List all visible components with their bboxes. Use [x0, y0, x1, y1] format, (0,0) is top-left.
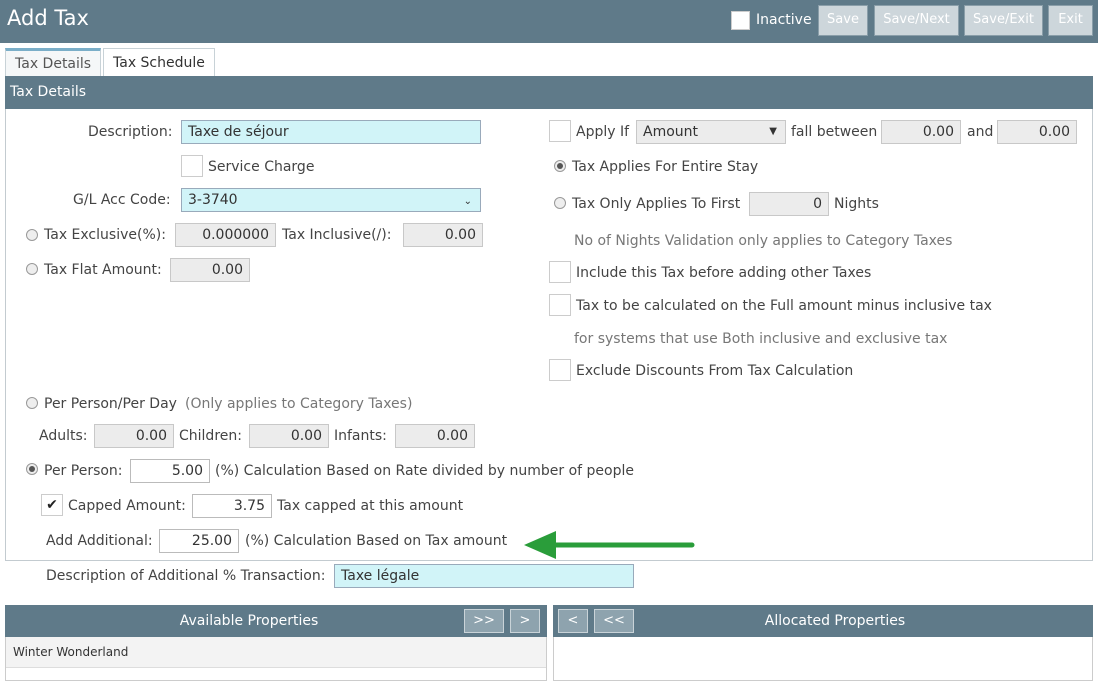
available-properties-title: Available Properties [179, 613, 319, 629]
nights-label: Nights [834, 196, 879, 212]
per-person-note: (%) Calculation Based on Rate divided by… [215, 463, 634, 479]
between-to-input[interactable]: 0.00 [997, 120, 1077, 144]
apply-if-select-value: Amount [643, 124, 699, 140]
full-amount-label: Tax to be calculated on the Full amount … [576, 298, 992, 314]
section-header: Tax Details [5, 76, 1093, 109]
available-properties-list[interactable]: Winter Wonderland [5, 637, 547, 681]
children-input[interactable]: 0.00 [249, 424, 329, 448]
allocated-properties-list[interactable] [553, 637, 1093, 681]
move-left-button[interactable]: < [558, 609, 588, 633]
add-additional-note: (%) Calculation Based on Tax amount [245, 533, 508, 549]
tax-inclusive-input[interactable]: 0.00 [403, 223, 483, 247]
save-exit-button[interactable]: Save/Exit [964, 5, 1043, 36]
add-additional-label: Add Additional: [46, 533, 153, 549]
capped-amount-checkbox[interactable]: ✔ [41, 494, 63, 516]
entire-stay-label: Tax Applies For Entire Stay [572, 159, 759, 175]
capped-amount-note: Tax capped at this amount [277, 498, 464, 514]
apply-if-select[interactable]: Amount ▼ [636, 120, 786, 144]
inactive-label: Inactive [756, 12, 812, 28]
desc-additional-input[interactable]: Taxe légale [334, 564, 634, 588]
infants-input[interactable]: 0.00 [395, 424, 475, 448]
gl-acc-select[interactable]: 3-3740 ⌄ [181, 188, 481, 212]
desc-additional-label: Description of Additional % Transaction: [46, 568, 326, 584]
include-before-checkbox[interactable] [549, 261, 571, 283]
tax-exclusive-radio[interactable] [26, 229, 38, 241]
gl-acc-label: G/L Acc Code: [73, 192, 171, 208]
per-person-input[interactable]: 5.00 [130, 459, 210, 483]
save-next-button[interactable]: Save/Next [874, 5, 959, 36]
chevron-down-icon: ⌄ [463, 196, 472, 207]
apply-if-label: Apply If [576, 124, 630, 140]
first-nights-radio[interactable] [554, 197, 566, 209]
list-item[interactable]: Winter Wonderland [6, 637, 546, 668]
service-charge-checkbox[interactable] [181, 155, 203, 177]
exclude-discounts-checkbox[interactable] [549, 359, 571, 381]
full-amount-checkbox[interactable] [549, 294, 571, 316]
infants-label: Infants: [334, 428, 387, 444]
entire-stay-radio[interactable] [554, 160, 566, 172]
first-nights-input[interactable]: 0 [749, 192, 829, 216]
full-amount-note: for systems that use Both inclusive and … [574, 331, 948, 347]
tab-tax-schedule[interactable]: Tax Schedule [103, 48, 215, 76]
move-right-button[interactable]: > [510, 609, 540, 633]
capped-amount-input[interactable]: 3.75 [192, 494, 272, 518]
caret-down-icon: ▼ [769, 126, 777, 137]
per-person-radio[interactable] [26, 463, 38, 475]
exclude-discounts-label: Exclude Discounts From Tax Calculation [576, 363, 854, 379]
move-all-left-button[interactable]: << [594, 609, 634, 633]
add-additional-input[interactable]: 25.00 [159, 529, 239, 553]
description-label: Description: [88, 124, 173, 140]
per-person-day-note: (Only applies to Category Taxes) [185, 396, 413, 412]
arrow-annotation-icon [524, 531, 695, 559]
tax-exclusive-input[interactable]: 0.000000 [175, 223, 276, 247]
tax-flat-amount-radio[interactable] [26, 263, 38, 275]
between-from-input[interactable]: 0.00 [881, 120, 961, 144]
gl-acc-value: 3-3740 [188, 192, 238, 208]
tax-inclusive-label: Tax Inclusive(/): [282, 227, 392, 243]
capped-amount-label: Capped Amount: [68, 498, 186, 514]
allocated-properties-title: Allocated Properties [764, 613, 906, 629]
per-person-day-radio[interactable] [26, 397, 38, 409]
include-before-label: Include this Tax before adding other Tax… [576, 265, 872, 281]
per-person-label: Per Person: [44, 463, 123, 479]
children-label: Children: [179, 428, 242, 444]
description-input[interactable]: Taxe de séjour [181, 120, 481, 144]
tax-exclusive-label: Tax Exclusive(%): [44, 227, 166, 243]
checkmark-icon: ✔ [46, 497, 58, 513]
inactive-checkbox[interactable] [731, 11, 750, 30]
save-button[interactable]: Save [818, 5, 868, 36]
tab-tax-details[interactable]: Tax Details [5, 48, 102, 76]
first-nights-label: Tax Only Applies To First [572, 196, 741, 212]
service-charge-label: Service Charge [208, 159, 315, 175]
window-title: Add Tax [7, 6, 89, 30]
tax-flat-amount-input[interactable]: 0.00 [170, 258, 250, 282]
fall-between-label: fall between [791, 124, 878, 140]
and-label: and [967, 124, 994, 140]
tax-details-panel [5, 76, 1093, 561]
adults-input[interactable]: 0.00 [94, 424, 174, 448]
tax-flat-amount-label: Tax Flat Amount: [44, 262, 162, 278]
allocated-properties-header: Allocated Properties [553, 605, 1093, 637]
per-person-day-label: Per Person/Per Day [44, 396, 177, 412]
move-all-right-button[interactable]: >> [464, 609, 504, 633]
adults-label: Adults: [39, 428, 88, 444]
nights-validation-note: No of Nights Validation only applies to … [574, 233, 953, 249]
apply-if-checkbox[interactable] [549, 120, 571, 142]
exit-button[interactable]: Exit [1048, 5, 1093, 36]
